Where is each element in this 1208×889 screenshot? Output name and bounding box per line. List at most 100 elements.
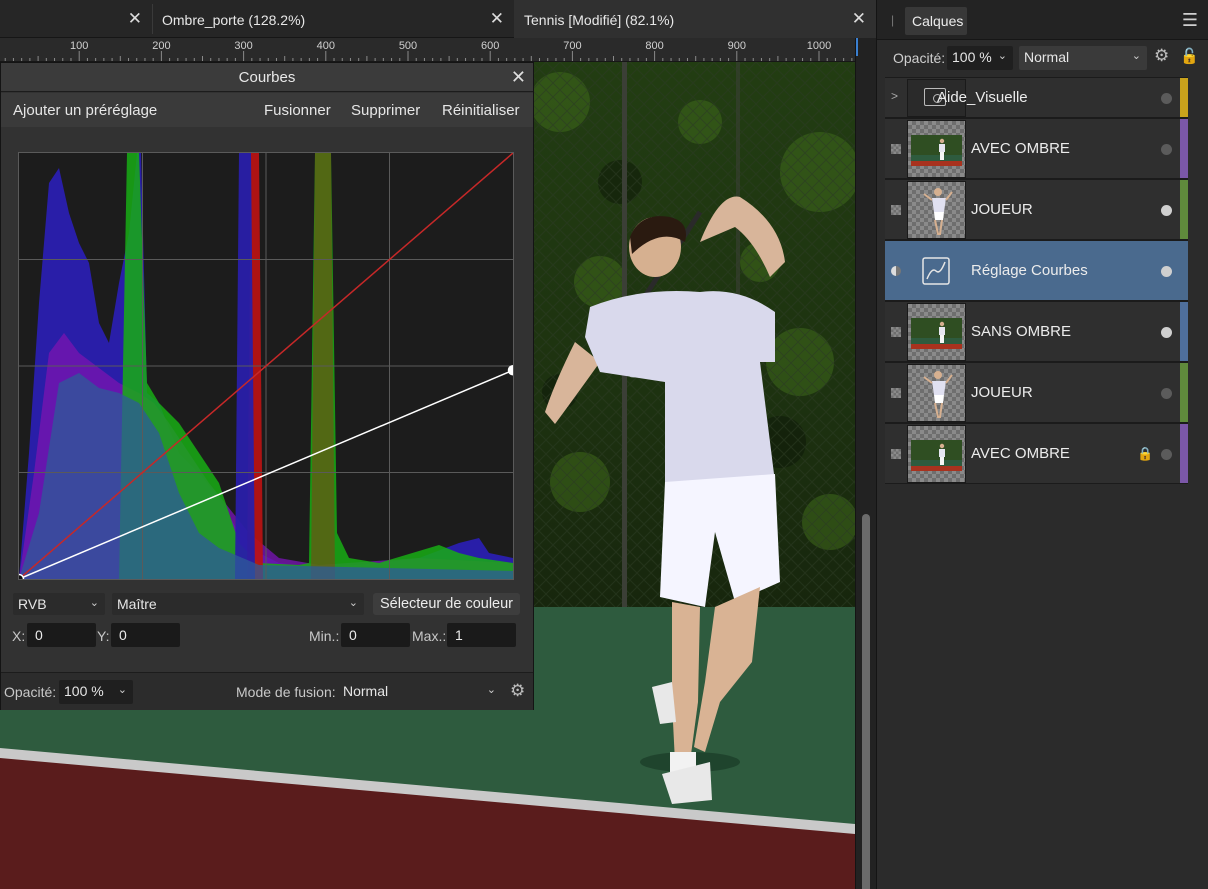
document-tab-ombre-porte[interactable]: Ombre_porte (128.2%) ✕ <box>152 0 514 38</box>
horizontal-ruler[interactable]: 100 200 300 400 500 600 700 800 900 1000 <box>0 38 855 62</box>
photo-thumbnail <box>911 135 962 166</box>
close-icon[interactable]: ✕ <box>511 67 526 88</box>
layers-options-bar: Opacité: 100 % ⌄ Normal ⌄ ⚙ 🔓 <box>877 44 1208 72</box>
layer-row[interactable]: Réglage Courbes <box>885 240 1188 301</box>
layer-name: JOUEUR <box>971 201 1033 218</box>
channel-dropdown[interactable]: Maître ⌄ <box>112 593 364 615</box>
ruler-tick-label: 200 <box>152 40 170 52</box>
lock-icon[interactable]: 🔓 <box>1180 47 1199 65</box>
lock-icon[interactable]: 🔒 <box>1137 446 1153 462</box>
document-tab-hidden[interactable]: ✕ <box>0 0 152 38</box>
vertical-scrollbar[interactable] <box>855 38 876 889</box>
layer-thumbnail <box>907 303 966 361</box>
max-field[interactable]: 1 <box>447 623 516 647</box>
min-label: Min.: <box>309 628 340 644</box>
ruler-tick-label: 100 <box>70 40 88 52</box>
delete-button[interactable]: Supprimer <box>351 102 420 119</box>
curves-titlebar[interactable]: Courbes ✕ <box>1 63 533 92</box>
layer-name: AVEC OMBRE <box>971 445 1070 462</box>
min-field[interactable]: 0 <box>341 623 410 647</box>
layer-name: Réglage Courbes <box>971 262 1088 279</box>
layer-color-tag <box>1180 78 1188 117</box>
close-icon[interactable]: ✕ <box>852 9 866 29</box>
dropdown-value: 100 % <box>64 683 104 699</box>
scroll-marker <box>856 38 858 56</box>
ruler-tick-label: 400 <box>317 40 335 52</box>
layer-color-tag <box>1180 241 1188 300</box>
player-thumbnail <box>923 188 953 235</box>
layer-thumbnail <box>907 120 966 178</box>
dropdown-value: Normal <box>343 683 389 699</box>
visibility-dot[interactable] <box>1161 449 1172 460</box>
layer-row[interactable]: AVEC OMBRE <box>885 118 1188 179</box>
layer-color-tag <box>1180 180 1188 239</box>
layer-row[interactable]: > Aide_Visuelle <box>885 77 1188 118</box>
blend-mode-dropdown[interactable]: Normal ⌄ <box>338 680 502 704</box>
layer-row[interactable]: JOUEUR <box>885 179 1188 240</box>
expand-arrow-icon[interactable]: > <box>891 89 903 103</box>
layer-row[interactable]: AVEC OMBRE 🔒 <box>885 423 1188 484</box>
channel-space-dropdown[interactable]: RVB ⌄ <box>13 593 105 615</box>
chevron-down-icon: ⌄ <box>348 597 358 609</box>
curves-graph-canvas[interactable] <box>19 153 513 579</box>
dropdown-value: 100 % <box>952 49 992 65</box>
ruler-tick-label: 600 <box>481 40 499 52</box>
ruler-tick-label: 800 <box>645 40 663 52</box>
layer-opacity-dropdown[interactable]: 100 % ⌄ <box>947 46 1013 70</box>
visibility-dot[interactable] <box>1161 93 1172 104</box>
curves-graph[interactable] <box>18 152 514 580</box>
curves-title: Courbes <box>238 69 296 86</box>
gear-icon[interactable]: ⚙ <box>510 681 525 701</box>
layers-panel: | Calques ☰ Opacité: 100 % ⌄ Normal ⌄ ⚙ … <box>876 0 1208 889</box>
layer-blend-dropdown[interactable]: Normal ⌄ <box>1019 46 1147 70</box>
x-field[interactable]: 0 <box>27 623 96 647</box>
curve-control-point[interactable] <box>507 365 514 376</box>
layer-row[interactable]: JOUEUR <box>885 362 1188 423</box>
transparency-icon[interactable] <box>891 388 901 398</box>
layers-panel-header: | Calques ☰ <box>877 0 1208 40</box>
transparency-icon[interactable] <box>891 449 901 459</box>
chevron-down-icon: ⌄ <box>1131 50 1141 62</box>
chevron-down-icon: ⌄ <box>486 684 496 696</box>
visibility-dot[interactable] <box>1161 266 1172 277</box>
menu-icon[interactable]: ☰ <box>1182 10 1198 31</box>
layer-thumbnail <box>907 425 966 483</box>
color-picker-button[interactable]: Sélecteur de couleur <box>373 593 520 615</box>
merge-button[interactable]: Fusionner <box>264 102 331 119</box>
gear-icon[interactable]: ⚙ <box>1154 46 1169 66</box>
close-icon[interactable]: ✕ <box>490 9 504 29</box>
transparency-icon[interactable] <box>891 205 901 215</box>
opacity-label: Opacité: <box>893 50 946 66</box>
opacity-dropdown[interactable]: 100 % ⌄ <box>59 680 133 704</box>
layer-thumbnail <box>907 181 966 239</box>
y-field[interactable]: 0 <box>111 623 180 647</box>
visibility-dot[interactable] <box>1161 327 1172 338</box>
reset-button[interactable]: Réinitialiser <box>442 102 520 119</box>
chevron-down-icon: ⌄ <box>89 597 99 609</box>
dropdown-value: RVB <box>18 596 47 612</box>
adjustment-mask-icon[interactable] <box>891 266 901 276</box>
layer-name: Aide_Visuelle <box>937 89 1028 106</box>
visibility-dot[interactable] <box>1161 388 1172 399</box>
document-tab-bar: ✕ Ombre_porte (128.2%) ✕ Tennis [Modifié… <box>0 0 876 38</box>
tab-calques[interactable]: Calques <box>905 7 967 35</box>
visibility-dot[interactable] <box>1161 205 1172 216</box>
layer-row[interactable]: SANS OMBRE <box>885 301 1188 362</box>
chevron-down-icon: ⌄ <box>997 50 1007 62</box>
layer-color-tag <box>1180 363 1188 422</box>
ruler-tick-label: 900 <box>728 40 746 52</box>
visibility-dot[interactable] <box>1161 144 1172 155</box>
close-icon[interactable]: ✕ <box>128 9 142 29</box>
transparency-icon[interactable] <box>891 327 901 337</box>
transparency-icon[interactable] <box>891 144 901 154</box>
opacity-label: Opacité: <box>4 684 57 700</box>
panel-grip-icon[interactable]: | <box>891 13 894 27</box>
ruler-tick-label: 300 <box>234 40 252 52</box>
document-tab-tennis[interactable]: Tennis [Modifié] (82.1%) ✕ <box>514 0 876 38</box>
scrollbar-thumb[interactable] <box>862 514 870 889</box>
layer-name: SANS OMBRE <box>971 323 1072 340</box>
add-preset-button[interactable]: Ajouter un préréglage <box>13 102 157 119</box>
chevron-down-icon: ⌄ <box>117 684 127 696</box>
curves-action-bar: Ajouter un préréglage Fusionner Supprime… <box>1 93 533 127</box>
y-label: Y: <box>97 628 110 644</box>
